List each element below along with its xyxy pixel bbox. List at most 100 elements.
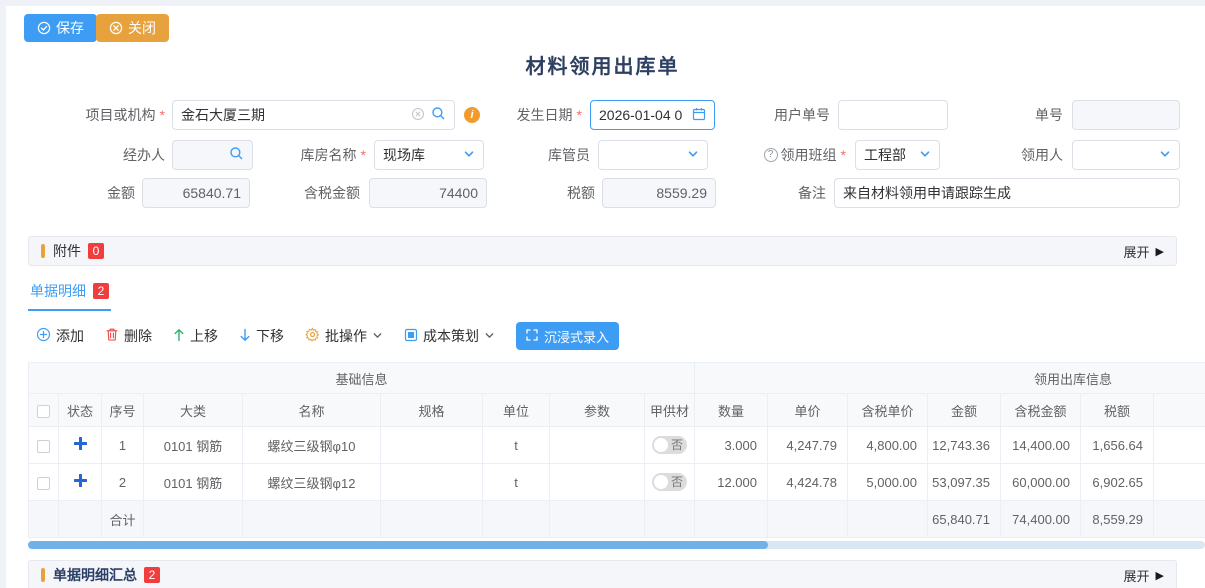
calendar-icon[interactable] bbox=[692, 107, 706, 124]
project-label: 项目或机构* bbox=[20, 100, 165, 130]
cell-truncated bbox=[1154, 427, 1205, 464]
cell-truncated bbox=[1154, 464, 1205, 501]
table-row: 1 0101 钢筋 螺纹三级钢φ10 t 否 3.000 4,247.79 4,… bbox=[29, 427, 1205, 464]
cell-name: 螺纹三级钢φ12 bbox=[243, 464, 381, 501]
detail-toolbar: 添加 删除 上移 下移 批操作 bbox=[36, 322, 619, 350]
row-checkbox[interactable] bbox=[37, 440, 50, 453]
select-all-checkbox[interactable] bbox=[37, 405, 50, 418]
horizontal-scrollbar-thumb[interactable] bbox=[28, 541, 768, 549]
remark-input[interactable]: 来自材料领用申请跟踪生成 bbox=[834, 178, 1180, 208]
owner-supplied-toggle[interactable]: 否 bbox=[652, 473, 687, 491]
add-row-button[interactable]: 添加 bbox=[36, 326, 84, 346]
clear-icon[interactable] bbox=[411, 107, 425, 124]
chevron-down-icon[interactable] bbox=[1159, 147, 1171, 163]
col-seq: 序号 bbox=[102, 394, 144, 427]
page-title: 材料领用出库单 bbox=[0, 50, 1205, 79]
chevron-down-icon[interactable] bbox=[919, 147, 931, 163]
cell-unit: t bbox=[483, 427, 550, 464]
cell-seq: 1 bbox=[102, 427, 144, 464]
cell-name: 螺纹三级钢φ10 bbox=[243, 427, 381, 464]
col-qty: 数量 bbox=[695, 394, 768, 427]
cell-price-with-tax: 4,800.00 bbox=[848, 427, 928, 464]
warehouse-select[interactable]: 现场库 bbox=[374, 140, 484, 170]
horizontal-scrollbar-track[interactable] bbox=[28, 541, 1205, 549]
owner-supplied-toggle[interactable]: 否 bbox=[652, 436, 687, 454]
search-icon[interactable] bbox=[431, 106, 446, 124]
project-value: 金石大厦三期 bbox=[181, 105, 411, 125]
agent-label: 经办人 bbox=[60, 140, 165, 170]
toggle-label: 否 bbox=[671, 436, 683, 453]
col-amount-with-tax: 含税金额 bbox=[1001, 394, 1081, 427]
batch-ops-menu[interactable]: 批操作 bbox=[305, 326, 383, 346]
col-tax: 税额 bbox=[1081, 394, 1154, 427]
cost-plan-menu[interactable]: 成本策划 bbox=[404, 326, 495, 346]
chevron-down-icon[interactable] bbox=[687, 147, 699, 163]
total-amount-with-tax: 74,400.00 bbox=[1001, 501, 1081, 538]
cell-qty: 12.000 bbox=[695, 464, 768, 501]
cost-plan-icon bbox=[404, 328, 418, 345]
toggle-label: 否 bbox=[671, 473, 683, 490]
fullscreen-icon bbox=[526, 329, 538, 344]
doc-no-input bbox=[1072, 100, 1180, 130]
total-tax: 8,559.29 bbox=[1081, 501, 1154, 538]
cell-amount-with-tax: 14,400.00 bbox=[1001, 427, 1081, 464]
required-mark: * bbox=[841, 140, 846, 170]
required-mark: * bbox=[160, 100, 165, 130]
move-down-button[interactable]: 下移 bbox=[239, 326, 284, 346]
move-up-button[interactable]: 上移 bbox=[173, 326, 218, 346]
cell-qty: 3.000 bbox=[695, 427, 768, 464]
gear-icon bbox=[305, 327, 320, 345]
required-mark: * bbox=[361, 140, 366, 170]
occur-date-input[interactable]: 2026-01-04 0 bbox=[590, 100, 715, 130]
page-edge-left bbox=[0, 0, 6, 588]
save-button[interactable]: 保存 bbox=[24, 14, 97, 42]
section-marker bbox=[41, 244, 45, 258]
agent-input[interactable] bbox=[172, 140, 253, 170]
keeper-select[interactable] bbox=[598, 140, 708, 170]
attachments-section-bar: 附件 0 展开 ▶ bbox=[28, 236, 1177, 266]
user-doc-no-input[interactable] bbox=[838, 100, 948, 130]
cell-amount: 12,743.36 bbox=[928, 427, 1001, 464]
close-button[interactable]: 关闭 bbox=[96, 14, 169, 42]
cell-category: 0101 钢筋 bbox=[144, 427, 243, 464]
col-category: 大类 bbox=[144, 394, 243, 427]
help-icon[interactable]: ? bbox=[764, 148, 778, 162]
expand-plus-icon[interactable] bbox=[74, 475, 87, 490]
recipient-select[interactable] bbox=[1072, 140, 1180, 170]
trash-icon bbox=[105, 327, 119, 345]
check-circle-icon bbox=[37, 21, 51, 35]
group-header-basic: 基础信息 bbox=[29, 363, 695, 394]
cell-spec bbox=[381, 427, 483, 464]
tab-detail[interactable]: 单据明细 2 bbox=[28, 281, 111, 311]
chevron-down-icon bbox=[484, 328, 495, 344]
search-icon[interactable] bbox=[229, 146, 244, 164]
select-all-header bbox=[29, 394, 59, 427]
chevron-down-icon bbox=[372, 328, 383, 344]
amount-input: 65840.71 bbox=[142, 178, 250, 208]
material-requisition-outbound-form: 保存 关闭 材料领用出库单 项目或机构* 金石大厦三期 i 发生日期* 2026… bbox=[0, 0, 1205, 588]
col-spec: 规格 bbox=[381, 394, 483, 427]
summary-label: 单据明细汇总 bbox=[53, 565, 137, 585]
col-name: 名称 bbox=[243, 394, 381, 427]
team-select[interactable]: 工程部 bbox=[855, 140, 940, 170]
team-value: 工程部 bbox=[864, 145, 919, 165]
immersive-entry-button[interactable]: 沉浸式录入 bbox=[516, 322, 619, 350]
chevron-down-icon[interactable] bbox=[463, 147, 475, 163]
tab-detail-count-badge: 2 bbox=[93, 283, 109, 299]
delete-row-button[interactable]: 删除 bbox=[105, 326, 152, 346]
occur-date-value: 2026-01-04 0 bbox=[599, 107, 692, 123]
amount-label: 金额 bbox=[35, 178, 135, 208]
remark-label: 备注 bbox=[726, 178, 826, 208]
attachments-expand-button[interactable]: 展开 ▶ bbox=[1124, 242, 1164, 261]
col-amount: 金额 bbox=[928, 394, 1001, 427]
detail-table-container: 基础信息 领用出库信息 状态 序号 大类 名称 规格 单位 参数 甲供材 数量 … bbox=[28, 362, 1205, 538]
project-input[interactable]: 金石大厦三期 bbox=[172, 100, 455, 130]
expand-plus-icon[interactable] bbox=[74, 438, 87, 453]
occur-date-label: 发生日期* bbox=[470, 100, 582, 130]
arrow-up-icon bbox=[173, 328, 185, 345]
summary-expand-button[interactable]: 展开 ▶ bbox=[1124, 566, 1164, 585]
group-header-outbound: 领用出库信息 bbox=[695, 363, 1205, 394]
amount-with-tax-input: 74400 bbox=[369, 178, 487, 208]
detail-table: 基础信息 领用出库信息 状态 序号 大类 名称 规格 单位 参数 甲供材 数量 … bbox=[28, 362, 1205, 538]
row-checkbox[interactable] bbox=[37, 477, 50, 490]
